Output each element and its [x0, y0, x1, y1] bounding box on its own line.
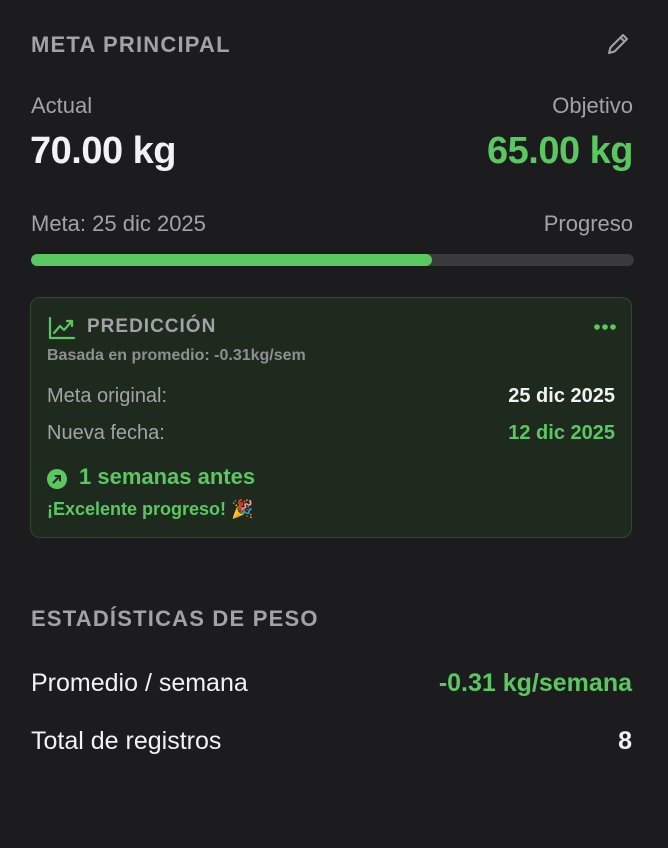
prediction-title: PREDICCIÓN — [87, 316, 217, 337]
goal-deadline: Meta: 25 dic 2025 — [31, 211, 206, 236]
progress-bar-fill — [31, 254, 432, 266]
trend-up-icon — [48, 316, 76, 340]
new-date-label: Nueva fecha: — [47, 422, 165, 444]
excellent-progress-text: ¡Excelente progreso! 🎉 — [47, 499, 254, 519]
total-records-value: 8 — [618, 727, 632, 755]
avg-per-week-label: Promedio / semana — [31, 669, 248, 697]
goal-section-header: META PRINCIPAL — [31, 32, 231, 57]
arrow-up-right-circle-icon — [47, 469, 67, 489]
current-weight-value: 70.00 kg — [30, 130, 177, 172]
more-options-button[interactable] — [593, 320, 617, 334]
pencil-icon — [608, 34, 628, 54]
target-weight-value: 65.00 kg — [487, 130, 634, 172]
original-date-label: Meta original: — [47, 385, 168, 407]
weight-stats-header: ESTADÍSTICAS DE PESO — [31, 606, 319, 631]
prediction-subtitle: Basada en promedio: -0.31kg/sem — [47, 347, 306, 364]
avg-per-week-value: -0.31 kg/semana — [438, 669, 632, 697]
prediction-card: PREDICCIÓN Basada en promedio: -0.31kg/s… — [30, 297, 632, 538]
original-date-value: 25 dic 2025 — [508, 385, 615, 407]
target-weight-label: Objetivo — [552, 93, 633, 118]
ellipsis-icon — [594, 324, 616, 330]
total-records-label: Total de registros — [31, 727, 222, 755]
weeks-early-text: 1 semanas antes — [79, 464, 256, 489]
progress-bar — [31, 254, 634, 266]
edit-goal-button[interactable] — [604, 30, 632, 58]
progress-label: Progreso — [543, 211, 633, 236]
new-date-value: 12 dic 2025 — [508, 422, 615, 444]
current-weight-label: Actual — [31, 93, 93, 118]
